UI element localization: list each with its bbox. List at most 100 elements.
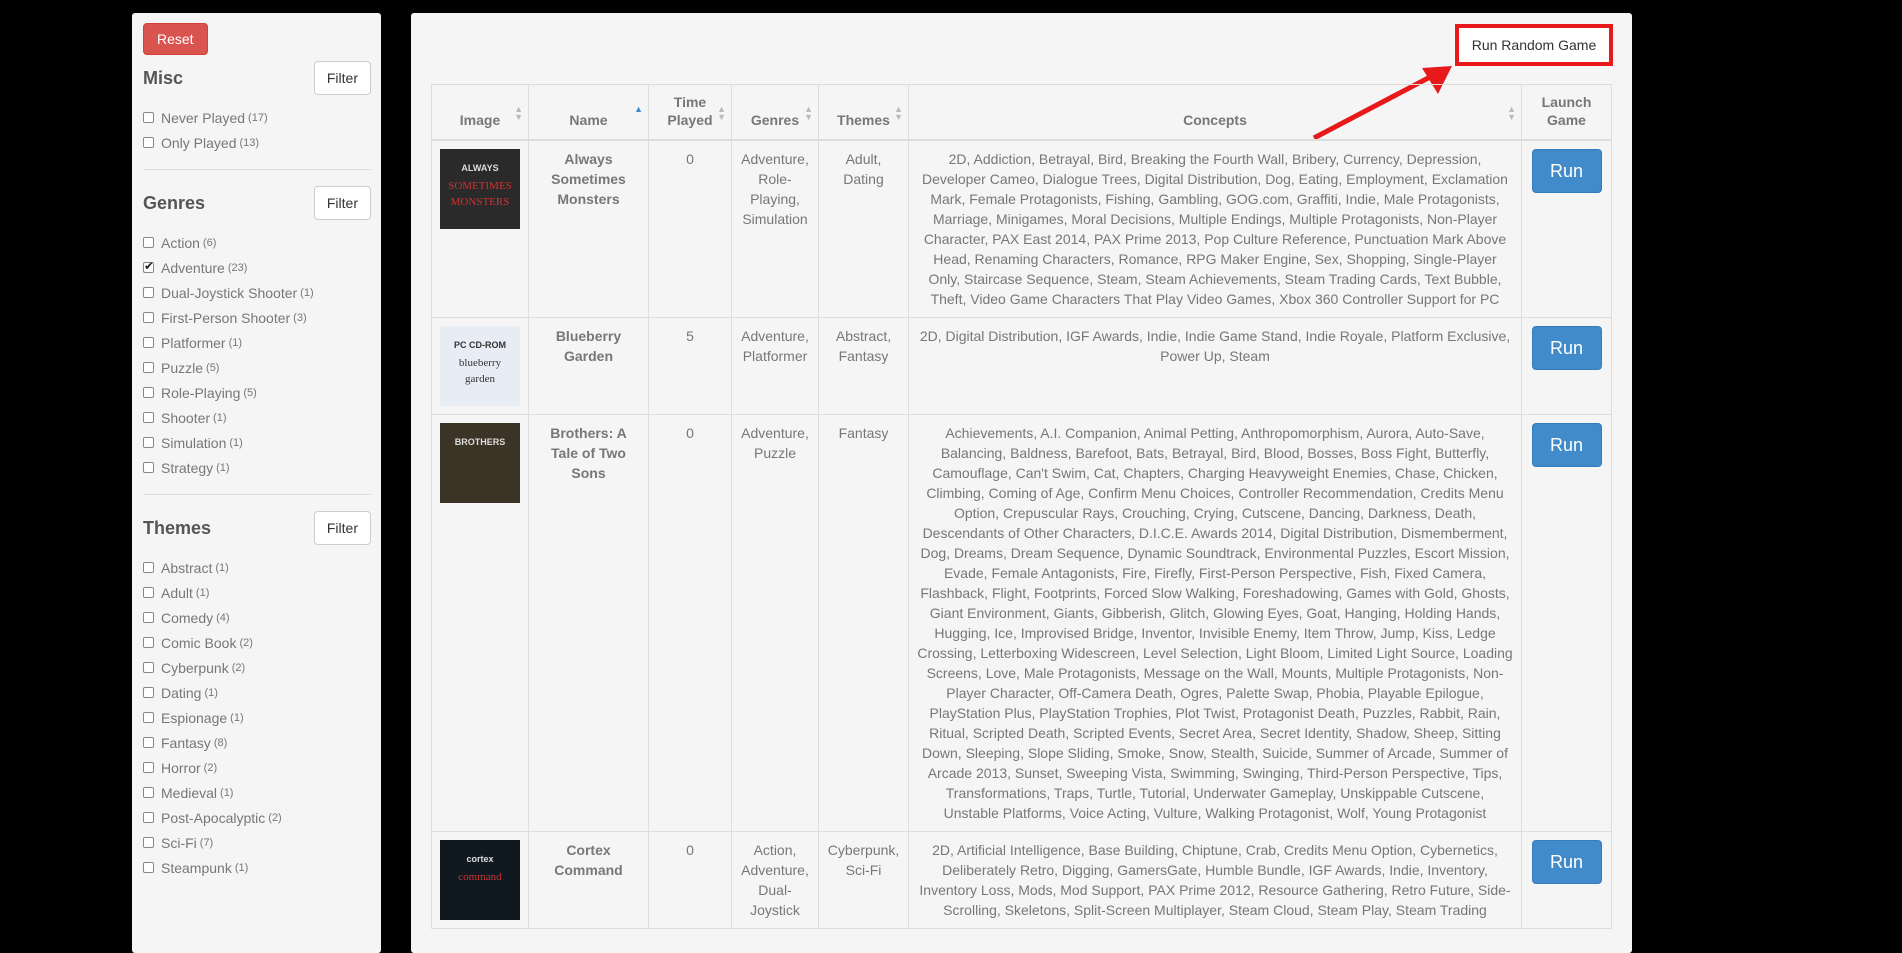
filter-option-label: Steampunk [161, 859, 232, 876]
checkbox[interactable] [143, 412, 154, 423]
checkbox[interactable] [143, 137, 154, 148]
checkbox[interactable] [143, 737, 154, 748]
run-random-game-button[interactable]: Run Random Game [1472, 37, 1597, 53]
filter-option[interactable]: Comedy (4) [143, 605, 371, 630]
checkbox[interactable] [143, 337, 154, 348]
run-button[interactable]: Run [1531, 149, 1602, 193]
checkbox[interactable] [143, 712, 154, 723]
header-name[interactable]: Name ▲ [528, 84, 649, 141]
header-themes[interactable]: Themes ▲ ▼ [818, 84, 909, 141]
filter-option[interactable]: Abstract (1) [143, 555, 371, 580]
checkbox[interactable] [143, 287, 154, 298]
checkbox[interactable] [143, 687, 154, 698]
checkbox[interactable] [143, 587, 154, 598]
filter-option[interactable]: Strategy (1) [143, 455, 371, 480]
filter-option-count: (1) [215, 561, 229, 574]
section-header: Genres Filter [143, 184, 371, 222]
filter-option[interactable]: Cyberpunk (2) [143, 655, 371, 680]
themes-cell: Abstract, Fantasy [818, 317, 909, 415]
checkbox[interactable] [143, 662, 154, 673]
header-genres[interactable]: Genres ▲ ▼ [731, 84, 819, 141]
checkbox[interactable] [143, 762, 154, 773]
filter-option-count: (17) [248, 111, 268, 124]
checkbox[interactable] [143, 312, 154, 323]
checkbox-list: Action(6)Adventure(23)Dual-Joystick Shoo… [143, 230, 371, 480]
filter-option[interactable]: Simulation (1) [143, 430, 371, 455]
filter-option[interactable]: Medieval (1) [143, 780, 371, 805]
filter-option[interactable]: Horror (2) [143, 755, 371, 780]
filter-option[interactable]: Steampunk (1) [143, 855, 371, 880]
filter-option-label: Comedy [161, 609, 214, 626]
filter-button[interactable]: Filter [313, 186, 371, 220]
header-image[interactable]: Image ▲ ▼ [431, 84, 529, 141]
reset-button[interactable]: Reset [143, 23, 208, 55]
image-cell: BROTHERS [431, 414, 529, 832]
checkbox[interactable] [143, 387, 154, 398]
filter-option[interactable]: Never Played (17) [143, 105, 371, 130]
cover-text-3: MONSTERS [451, 196, 510, 208]
time-played-cell: 0 [648, 414, 732, 832]
checkbox[interactable] [143, 812, 154, 823]
filter-button[interactable]: Filter [313, 511, 371, 545]
launch-cell: Run [1521, 317, 1612, 415]
game-name-link[interactable]: Cortex Command [528, 831, 649, 929]
filter-option[interactable]: Action (6) [143, 230, 371, 255]
filter-option[interactable]: Role-Playing (5) [143, 380, 371, 405]
filter-option-count: (1) [195, 586, 210, 599]
filter-option[interactable]: Post-Apocalyptic (2) [143, 805, 371, 830]
checkbox[interactable] [143, 462, 154, 473]
filter-button[interactable]: Filter [313, 61, 371, 95]
filter-option[interactable]: Espionage (1) [143, 705, 371, 730]
genres-cell: Adventure, Platformer [731, 317, 819, 415]
filter-option-count: (1) [204, 686, 218, 699]
filter-option-count: (2) [268, 811, 282, 824]
filter-option[interactable]: Shooter (1) [143, 405, 371, 430]
header-time-played[interactable]: Time Played ▲ ▼ [648, 84, 732, 141]
checkbox[interactable] [143, 237, 154, 248]
filter-option-count: (1) [230, 711, 244, 724]
filter-option-label: Espionage [161, 709, 228, 726]
checkbox[interactable] [143, 437, 154, 448]
filter-section-misc: Misc Filter Never Played (17) Only Played (13… [143, 59, 371, 155]
image-cell: PC CD-ROM blueberry garden [431, 317, 529, 415]
filter-option-count: (1) [229, 436, 243, 449]
filter-option[interactable]: Fantasy (8) [143, 730, 371, 755]
filter-option[interactable]: Platformer (1) [143, 330, 371, 355]
checkbox[interactable] [143, 787, 154, 798]
filter-option-count: (5) [206, 361, 220, 374]
filter-option[interactable]: Sci-Fi (7) [143, 830, 371, 855]
game-name-link[interactable]: Brothers: A Tale of Two Sons [528, 414, 649, 832]
checkbox[interactable] [143, 112, 154, 123]
cover-text-2: command [458, 871, 502, 883]
filter-option[interactable]: Adult (1) [143, 580, 371, 605]
filter-option-label: Sci-Fi [161, 834, 197, 851]
filter-option-label: Comic Book [161, 634, 237, 651]
checkbox[interactable] [143, 362, 154, 373]
run-button[interactable]: Run [1531, 326, 1602, 370]
checkbox-list: Abstract (1) Adult (1) Comedy (4) Comic Book (2… [143, 555, 371, 880]
run-button[interactable]: Run [1531, 840, 1602, 884]
image-cell: ALWAYS SOMETIMES MONSTERS [431, 139, 529, 318]
themes-cell: Adult, Dating [818, 139, 909, 318]
game-name-link[interactable]: Blueberry Garden [528, 317, 649, 415]
checkbox[interactable] [143, 637, 154, 648]
filter-option[interactable]: Adventure(23) [143, 255, 371, 280]
filter-option-label: Shooter [161, 409, 211, 426]
checkbox[interactable] [143, 612, 154, 623]
header-concepts[interactable]: Concepts ▲ ▼ [908, 84, 1522, 141]
filter-option-label: First-Person Shooter [161, 309, 291, 326]
filter-option-label: Cyberpunk [161, 659, 229, 676]
filter-option-label: Dating [161, 684, 202, 701]
checkbox[interactable] [143, 562, 154, 573]
filter-option[interactable]: Puzzle (5) [143, 355, 371, 380]
filter-option[interactable]: First-Person Shooter (3) [143, 305, 371, 330]
filter-option[interactable]: Comic Book (2) [143, 630, 371, 655]
run-button[interactable]: Run [1531, 423, 1602, 467]
checkbox[interactable] [143, 862, 154, 873]
checkbox[interactable] [143, 837, 154, 848]
game-name-link[interactable]: Always Sometimes Monsters [528, 139, 649, 318]
filter-option[interactable]: Dating (1) [143, 680, 371, 705]
filter-option[interactable]: Dual-Joystick Shooter (1) [143, 280, 371, 305]
checkbox[interactable] [143, 259, 154, 273]
filter-option[interactable]: Only Played (13) [143, 130, 371, 155]
